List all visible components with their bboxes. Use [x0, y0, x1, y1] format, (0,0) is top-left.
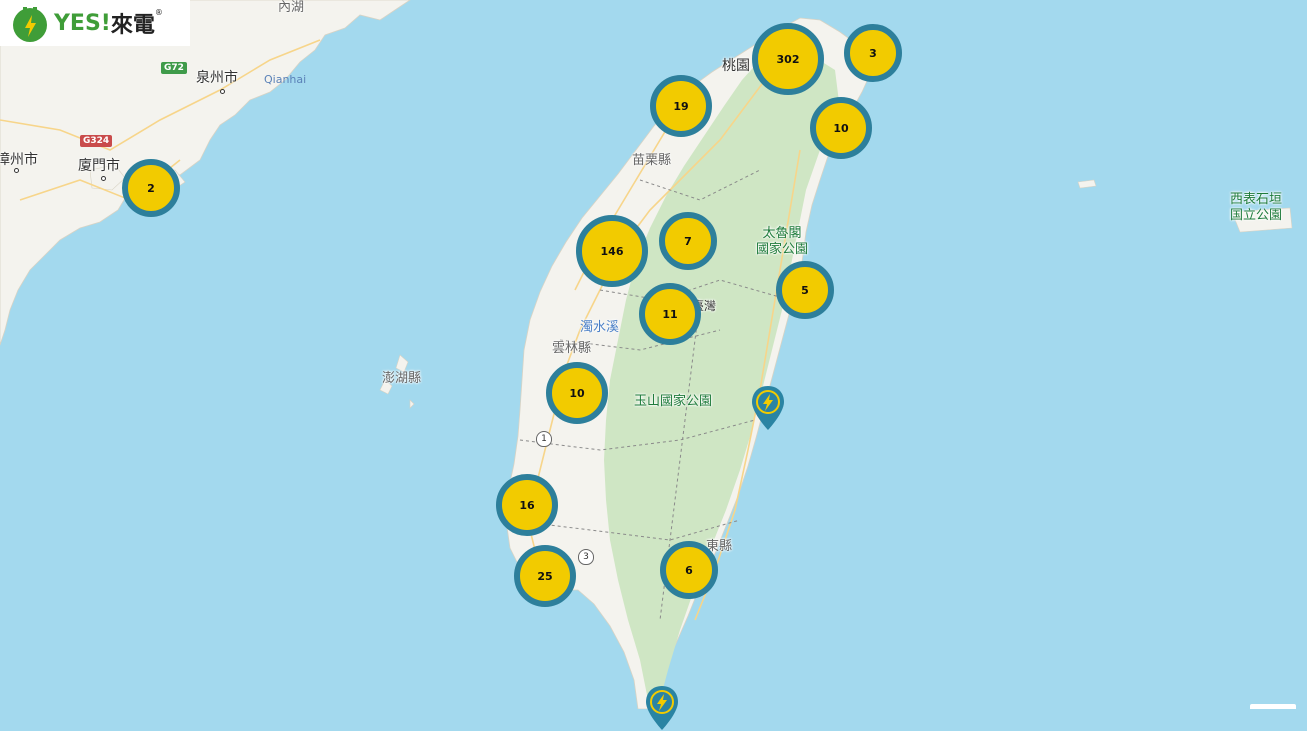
label-yushan-park: 玉山國家公園 [634, 394, 713, 409]
cluster-marker-taichung[interactable]: 146 [576, 215, 648, 287]
label-taroko-park: 太魯閣 國家公園 [756, 226, 808, 258]
map-control-stub[interactable] [1250, 704, 1296, 709]
cluster-marker-hsinchu[interactable]: 19 [650, 75, 712, 137]
label-taroko-line2: 國家公園 [756, 242, 809, 257]
cluster-marker-chiayi[interactable]: 10 [546, 362, 608, 424]
label-taoyuan: 桃園 [722, 58, 750, 74]
charging-station-pin[interactable] [751, 385, 785, 431]
cluster-marker-hualien[interactable]: 5 [776, 261, 834, 319]
label-quanzhou: 泉州市 [196, 70, 238, 86]
label-neihu: 內湖 [278, 0, 305, 15]
label-xiyu-line1: 西表石垣 [1230, 192, 1283, 207]
city-dot-quanzhou [220, 89, 225, 94]
city-dot-zhangzhou [14, 168, 19, 173]
brand-name-chinese: 來電 [110, 13, 155, 38]
brand-logo[interactable]: YES! 來電 ® [0, 0, 190, 46]
cluster-marker-miaoli-east[interactable]: 7 [659, 212, 717, 270]
cluster-marker-nantou[interactable]: 11 [639, 283, 701, 345]
charging-station-pin[interactable] [645, 685, 679, 731]
route-marker-3: 3 [578, 549, 594, 565]
cluster-marker-kinmen[interactable]: 2 [122, 159, 180, 217]
label-qianhai: Qianhai [264, 73, 307, 86]
label-xiyu-park: 西表石垣 国立公園 [1230, 192, 1282, 224]
label-xiyu-line2: 国立公園 [1230, 208, 1283, 223]
registered-mark: ® [154, 8, 163, 17]
brand-name-latin: YES! [54, 10, 111, 36]
label-miaoli: 苗栗縣 [632, 153, 672, 168]
label-taroko-line1: 太魯閣 [762, 226, 802, 241]
cluster-marker-taitung[interactable]: 6 [660, 541, 718, 599]
label-penghu: 澎湖縣 [382, 371, 422, 386]
label-zhuoshui-river: 濁水溪 [580, 320, 620, 335]
cluster-marker-keelung[interactable]: 3 [844, 24, 902, 82]
label-yunlin: 雲林縣 [552, 341, 592, 356]
label-xiamen: 廈門市 [78, 158, 120, 174]
city-dot-xiamen [101, 176, 106, 181]
highway-shield-g324: G324 [80, 135, 113, 147]
route-marker-1: 1 [536, 431, 552, 447]
plug-icon [13, 7, 47, 42]
cluster-marker-tainan[interactable]: 16 [496, 474, 558, 536]
cluster-marker-kaohsiung[interactable]: 25 [514, 545, 576, 607]
cluster-marker-yilan[interactable]: 10 [810, 97, 872, 159]
label-zhangzhou: 漳州市 [0, 152, 38, 168]
cluster-marker-taoyuan[interactable]: 302 [752, 23, 824, 95]
highway-shield-g72: G72 [161, 62, 187, 74]
